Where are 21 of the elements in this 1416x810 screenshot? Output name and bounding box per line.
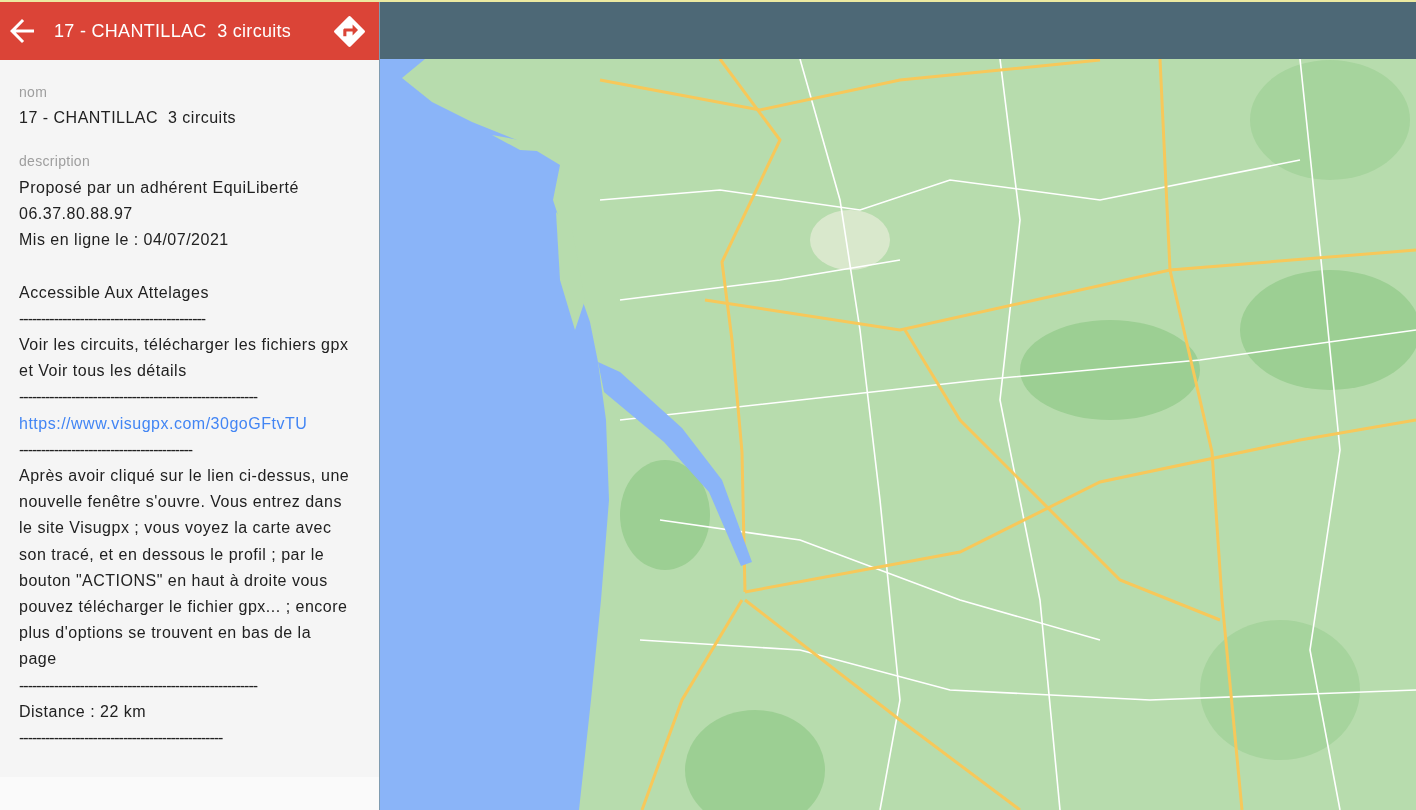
arrow-left-icon <box>10 19 34 43</box>
dash-line: ------------------------------------------- <box>19 308 207 329</box>
back-button[interactable] <box>10 19 34 43</box>
description-text: 06.37.80.88.97 <box>19 204 134 225</box>
field-label: description <box>19 152 91 171</box>
description-text: Distance : 22 km <box>19 701 148 722</box>
dash-line: ------------------------------------------------------- <box>19 387 259 408</box>
dash-line: ---------------------------------------- <box>19 439 194 460</box>
dash-line: ------------------------------------------------------- <box>19 675 259 696</box>
description-text: Après avoir cliqué sur le lien ci-dessus, une nouvelle fenêtre s'ouvre. Vous entrez dans le site Visugpx ; vous voyez la carte avec son tracé, et en dessous le profil ; par le bouton "ACTIONS" en haut à droite vous pouvez télécharger le fichier gpx... ; encore plus d'options se trouvent en bas de la page <box>19 466 351 670</box>
directions-icon <box>334 15 365 47</box>
directions-button[interactable] <box>334 15 365 47</box>
description-text: Mis en ligne le : 04/07/2021 <box>19 230 230 251</box>
description-text: Accessible Aux Attelages <box>19 282 210 303</box>
field-label: nom <box>19 83 49 102</box>
description-link[interactable]: https://www.visugpx.com/30goGFtvTU <box>19 410 308 437</box>
field-value: 17 - CHANTILLAC 3 circuits <box>19 108 238 128</box>
header-title: 17 - CHANTILLAC 3 circuits <box>54 20 293 42</box>
dash-line: ----------------------------------------------- <box>19 728 224 749</box>
description-text: Voir les circuits, télécharger les fichiers gpx et Voir tous les détails <box>19 335 350 382</box>
description-text: Proposé par un adhérent EquiLiberté <box>19 178 300 198</box>
